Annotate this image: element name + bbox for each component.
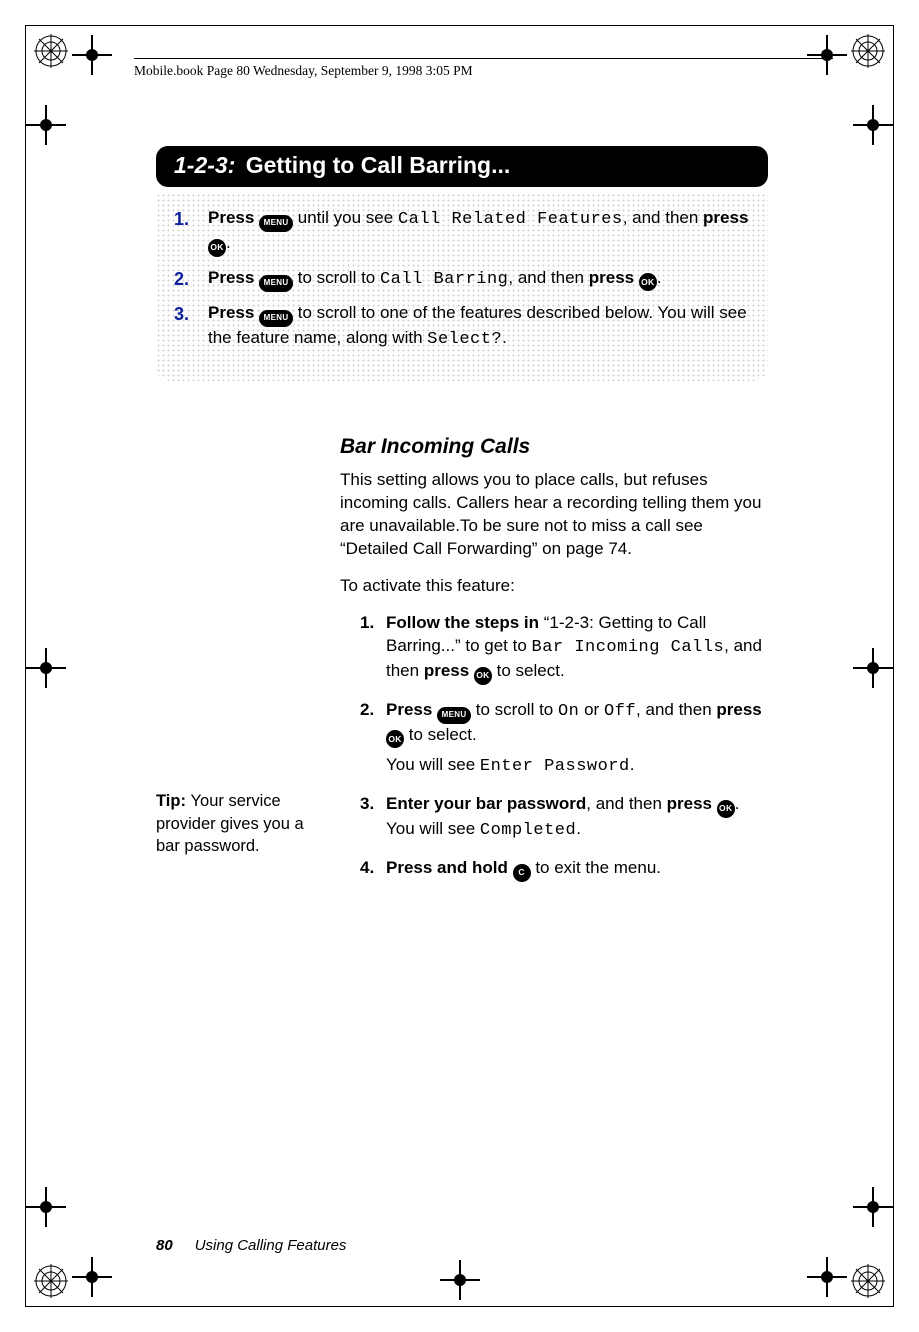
intro-paragraph: This setting allows you to place calls, … bbox=[340, 469, 768, 561]
substep-1: Follow the steps in “1-2-3: Getting to C… bbox=[360, 612, 768, 685]
ok-button-icon: OK bbox=[474, 667, 492, 685]
ok-button-icon: OK bbox=[386, 730, 404, 748]
crop-mark-icon bbox=[32, 654, 60, 682]
substep-4: Press and hold C to exit the menu. bbox=[360, 857, 768, 882]
step-3: Press MENU to scroll to one of the featu… bbox=[174, 302, 750, 352]
crop-mark-icon bbox=[859, 1193, 887, 1221]
numbered-steps-box: Press MENU until you see Call Related Fe… bbox=[156, 193, 768, 381]
chapter-name: Using Calling Features bbox=[195, 1237, 347, 1254]
crop-mark-icon bbox=[859, 111, 887, 139]
margin-tip: Tip: Your service provider gives you a b… bbox=[156, 435, 340, 895]
crop-mark-icon bbox=[32, 1193, 60, 1221]
section-title: 1-2-3: Getting to Call Barring... bbox=[156, 146, 768, 187]
content-area: 1-2-3: Getting to Call Barring... Press … bbox=[156, 146, 768, 896]
ornament-icon bbox=[851, 1264, 885, 1298]
title-prefix: 1-2-3: bbox=[174, 152, 235, 178]
page-frame: Mobile.book Page 80 Wednesday, September… bbox=[25, 25, 894, 1307]
crop-mark-icon bbox=[446, 1266, 474, 1294]
page-number: 80 bbox=[156, 1237, 173, 1254]
crop-mark-icon bbox=[813, 1263, 841, 1291]
menu-button-icon: MENU bbox=[259, 310, 293, 327]
ok-button-icon: OK bbox=[639, 273, 657, 291]
ok-button-icon: OK bbox=[208, 239, 226, 257]
crop-mark-icon bbox=[78, 41, 106, 69]
menu-button-icon: MENU bbox=[259, 275, 293, 292]
menu-button-icon: MENU bbox=[259, 215, 293, 232]
substep-2-result: You will see Enter Password. bbox=[386, 754, 768, 779]
step-1: Press MENU until you see Call Related Fe… bbox=[174, 207, 750, 257]
ornament-icon bbox=[34, 34, 68, 68]
subsection-heading: Bar Incoming Calls bbox=[340, 435, 768, 459]
crop-mark-icon bbox=[859, 654, 887, 682]
ornament-icon bbox=[851, 34, 885, 68]
c-button-icon: C bbox=[513, 864, 531, 882]
step-2: Press MENU to scroll to Call Barring, an… bbox=[174, 267, 750, 292]
ok-button-icon: OK bbox=[717, 800, 735, 818]
crop-mark-icon bbox=[32, 111, 60, 139]
substep-3: Enter your bar password, and then press … bbox=[360, 793, 768, 843]
menu-button-icon: MENU bbox=[437, 707, 471, 724]
crop-mark-icon bbox=[78, 1263, 106, 1291]
ornament-icon bbox=[34, 1264, 68, 1298]
activate-line: To activate this feature: bbox=[340, 575, 768, 598]
title-text: Getting to Call Barring... bbox=[239, 152, 510, 178]
running-head: Mobile.book Page 80 Wednesday, September… bbox=[134, 58, 833, 79]
substep-2: Press MENU to scroll to On or Off, and t… bbox=[360, 699, 768, 780]
page-footer: 80 Using Calling Features bbox=[156, 1237, 346, 1254]
